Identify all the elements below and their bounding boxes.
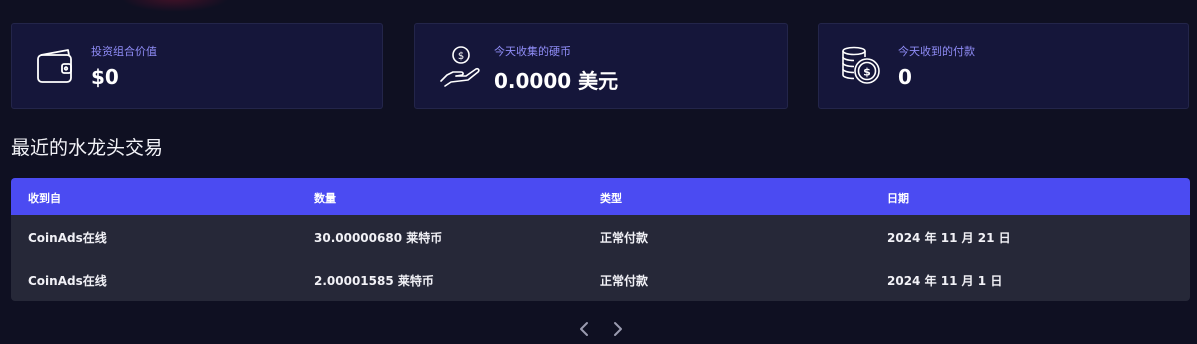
header-source: 收到自 [28,192,61,205]
payments-received-value: 0 [898,65,912,89]
portfolio-value: $0 [91,65,119,89]
pagination [570,318,630,340]
cell-type: 正常付款 [600,231,649,245]
header-amount: 数量 [314,192,336,205]
coins-collected-label: 今天收集的硬币 [494,45,571,58]
payments-received-label: 今天收到的付款 [898,45,975,58]
header-type: 类型 [600,192,622,205]
cell-date: 2024 年 11 月 21 日 [887,231,1011,245]
cell-source: CoinAds在线 [28,274,107,288]
portfolio-value-card: 投资组合价值 $0 [11,23,383,109]
next-page-button[interactable] [606,318,630,340]
hand-coin-icon: $ [439,45,483,89]
svg-text:$: $ [863,66,871,79]
svg-text:$: $ [458,51,464,62]
coins-stack-icon: $ [840,45,884,89]
prev-page-button[interactable] [572,318,596,340]
payments-received-card: $ 今天收到的付款 0 [818,23,1189,109]
cell-type: 正常付款 [600,274,649,288]
cell-date: 2024 年 11 月 1 日 [887,274,1003,288]
portfolio-value-label: 投资组合价值 [91,45,157,58]
section-title: 最近的水龙头交易 [11,137,164,159]
coins-collected-card: $ 今天收集的硬币 0.0000 美元 [414,23,788,109]
wallet-icon [34,45,78,89]
table-row: CoinAds在线 2.00001585 莱特币 正常付款 2024 年 11 … [11,258,1190,301]
chevron-left-icon [580,322,588,336]
table-row: CoinAds在线 30.00000680 莱特币 正常付款 2024 年 11… [11,215,1190,258]
table-header: 收到自 数量 类型 日期 [11,178,1190,215]
cell-amount: 2.00001585 莱特币 [314,274,434,288]
cell-source: CoinAds在线 [28,231,107,245]
decorative-glow [120,0,230,12]
transactions-table: 收到自 数量 类型 日期 CoinAds在线 30.00000680 莱特币 正… [11,178,1190,301]
coins-collected-value: 0.0000 美元 [494,69,619,93]
stats-cards: 投资组合价值 $0 $ 今天收集的硬币 0.0000 美元 $ 今天收到的付款 … [11,23,1189,111]
chevron-right-icon [614,322,622,336]
cell-amount: 30.00000680 莱特币 [314,231,443,245]
header-date: 日期 [887,192,909,205]
